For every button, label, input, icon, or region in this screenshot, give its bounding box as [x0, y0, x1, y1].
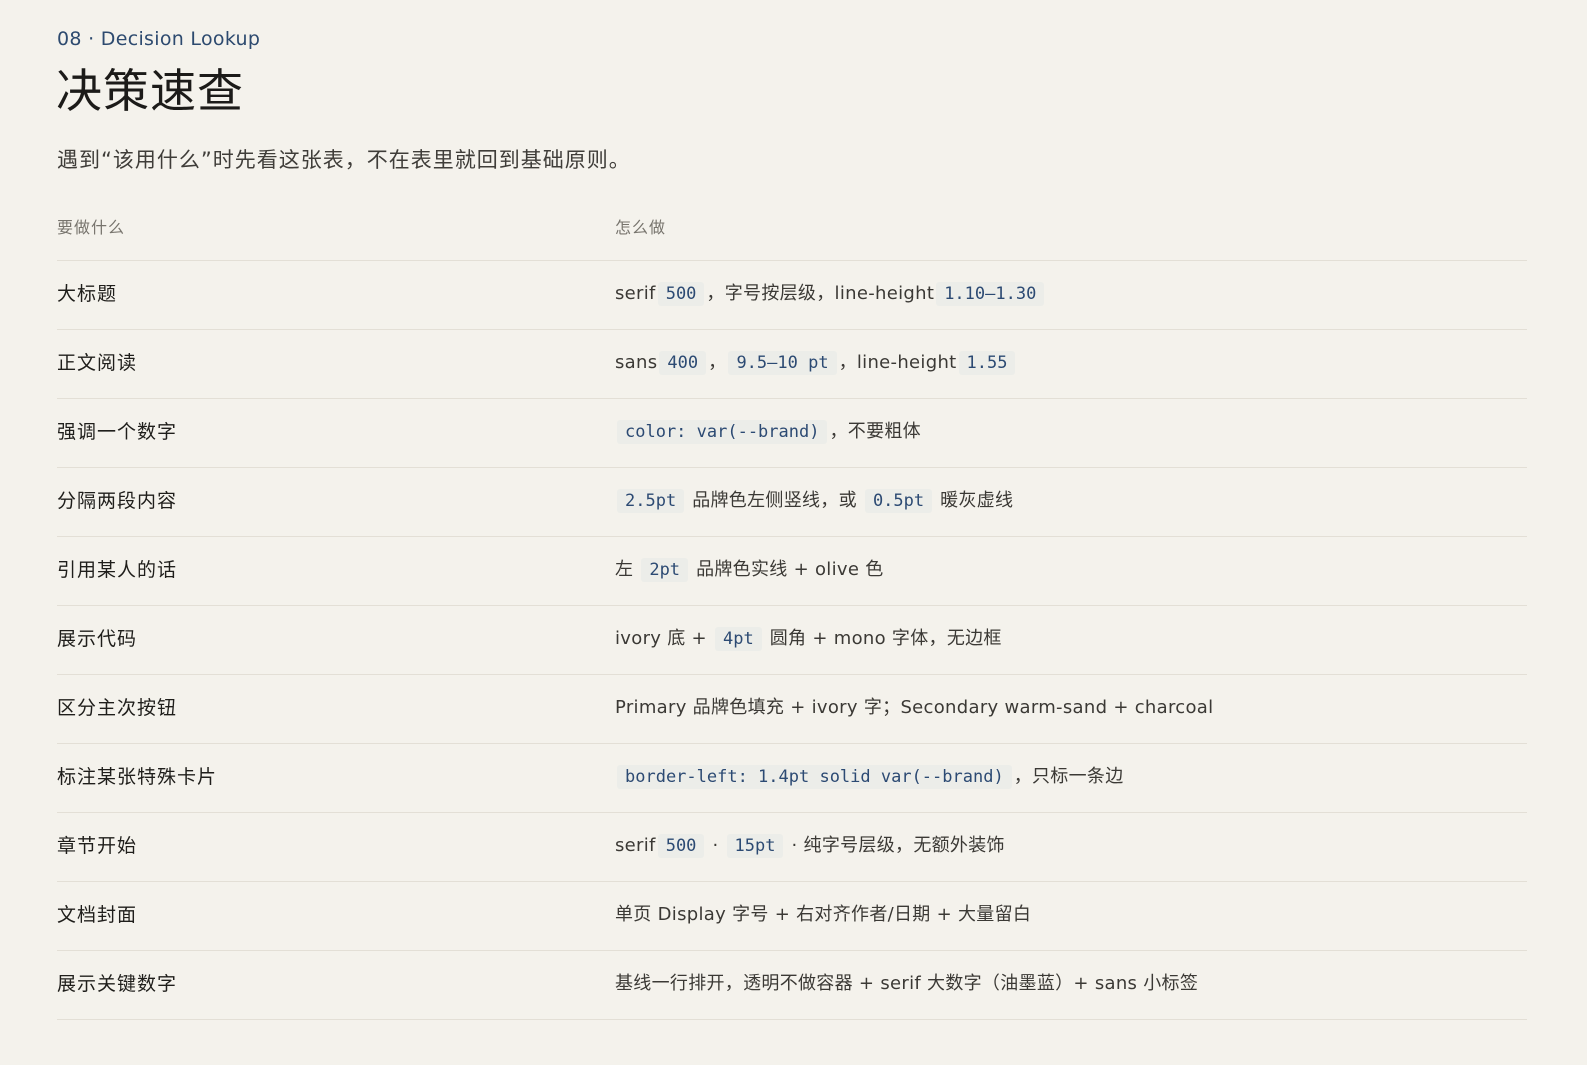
table-header: 要做什么 怎么做: [57, 210, 1527, 261]
cell-what: 区分主次按钮: [57, 697, 178, 719]
text-segment: 暖灰虚线: [934, 490, 1014, 511]
cell-how: Primary 品牌色填充 + ivory 字；Secondary warm-s…: [615, 695, 1213, 721]
text-segment: 左: [615, 559, 640, 580]
decision-lookup-page: 08 · Decision Lookup 决策速查 遇到“该用什么”时先看这张表…: [0, 0, 1587, 1065]
inline-code: 1.10–1.30: [936, 282, 1045, 306]
inline-code: 9.5–10 pt: [728, 351, 837, 375]
cell-what: 强调一个数字: [57, 421, 178, 443]
decision-table: 要做什么 怎么做 大标题 serif 500 ，字号按层级，line-height 1.…: [57, 210, 1527, 1020]
cell-how: serif 500 ，字号按层级，line-height 1.10–1.30: [615, 281, 1046, 307]
cell-what: 文档封面: [57, 904, 138, 926]
cell-how: ivory 底 + 4pt 圆角 + mono 字体，无边框: [615, 626, 1002, 652]
text-segment: 单页 Display 字号 + 右对齐作者/日期 + 大量留白: [615, 904, 1032, 925]
table-row: 展示关键数字 基线一行排开，透明不做容器 + serif 大数字（油墨蓝）+ sa…: [57, 951, 1527, 1020]
cell-what: 大标题: [57, 283, 118, 305]
inline-code: 400: [659, 351, 707, 375]
cell-what: 展示关键数字: [57, 973, 178, 995]
text-segment: serif: [615, 283, 656, 304]
text-segment: serif: [615, 835, 656, 856]
table-row: 章节开始 serif 500 · 15pt · 纯字号层级，无额外装饰: [57, 813, 1527, 882]
cell-how: serif 500 · 15pt · 纯字号层级，无额外装饰: [615, 833, 1005, 859]
table-row: 正文阅读 sans 400， 9.5–10 pt ，line-height 1.55: [57, 330, 1527, 399]
text-segment: ，字号按层级，line-height: [706, 283, 935, 304]
text-segment: · 纯字号层级，无额外装饰: [785, 835, 1005, 856]
column-header-what: 要做什么: [57, 218, 126, 237]
cell-what: 章节开始: [57, 835, 138, 857]
cell-how: 单页 Display 字号 + 右对齐作者/日期 + 大量留白: [615, 902, 1031, 928]
text-segment: ·: [706, 835, 725, 856]
cell-how: 左 2pt 品牌色实线 + olive 色: [615, 557, 884, 583]
cell-how: color: var(--brand) ，不要粗体: [615, 419, 921, 445]
inline-code: 2.5pt: [617, 489, 685, 513]
text-segment: 品牌色实线 + olive 色: [690, 559, 884, 580]
text-segment: ，: [708, 352, 727, 373]
cell-what: 标注某张特殊卡片: [57, 766, 218, 788]
table-row: 强调一个数字 color: var(--brand) ，不要粗体: [57, 399, 1527, 468]
inline-code: 500: [657, 282, 705, 306]
text-segment: 圆角 + mono 字体，无边框: [763, 628, 1002, 649]
cell-what: 展示代码: [57, 628, 138, 650]
section-eyebrow: 08 · Decision Lookup: [57, 28, 261, 50]
cell-how: border-left: 1.4pt solid var(--brand) ，只标…: [615, 764, 1124, 790]
inline-code: 4pt: [714, 627, 762, 651]
page-title: 决策速查: [56, 64, 244, 118]
text-segment: 品牌色左侧竖线，或: [686, 490, 863, 511]
inline-code: 2pt: [641, 558, 689, 582]
table-row: 引用某人的话 左 2pt 品牌色实线 + olive 色: [57, 537, 1527, 606]
inline-code: color: var(--brand): [617, 420, 828, 444]
inline-code: 1.55: [958, 351, 1016, 375]
cell-what: 引用某人的话: [57, 559, 178, 581]
text-segment: Primary 品牌色填充 + ivory 字；Secondary warm-s…: [615, 697, 1214, 718]
table-row: 区分主次按钮 Primary 品牌色填充 + ivory 字；Secondary …: [57, 675, 1527, 744]
cell-what: 分隔两段内容: [57, 490, 178, 512]
inline-code: border-left: 1.4pt solid var(--brand): [617, 765, 1012, 789]
table-row: 大标题 serif 500 ，字号按层级，line-height 1.10–1.30: [57, 261, 1527, 330]
text-segment: ，只标一条边: [1013, 766, 1124, 787]
text-segment: 基线一行排开，透明不做容器 + serif 大数字（油墨蓝）+ sans 小标签: [615, 973, 1199, 994]
inline-code: 500: [657, 834, 705, 858]
table-row: 展示代码 ivory 底 + 4pt 圆角 + mono 字体，无边框: [57, 606, 1527, 675]
text-segment: ，line-height: [838, 352, 957, 373]
table-row: 文档封面 单页 Display 字号 + 右对齐作者/日期 + 大量留白: [57, 882, 1527, 951]
page-subtitle: 遇到“该用什么”时先看这张表，不在表里就回到基础原则。: [57, 148, 631, 172]
cell-how: 基线一行排开，透明不做容器 + serif 大数字（油墨蓝）+ sans 小标签: [615, 971, 1198, 997]
cell-what: 正文阅读: [57, 352, 138, 374]
inline-code: 0.5pt: [864, 489, 933, 513]
table-body: 大标题 serif 500 ，字号按层级，line-height 1.10–1.30 正文…: [57, 261, 1527, 1020]
cell-how: 2.5pt 品牌色左侧竖线，或 0.5pt 暖灰虚线: [615, 488, 1013, 514]
text-segment: sans: [615, 352, 658, 373]
table-row: 标注某张特殊卡片 border-left: 1.4pt solid var(--b…: [57, 744, 1527, 813]
column-header-how: 怎么做: [615, 218, 667, 237]
text-segment: ivory 底 +: [615, 628, 713, 649]
table-row: 分隔两段内容 2.5pt 品牌色左侧竖线，或 0.5pt 暖灰虚线: [57, 468, 1527, 537]
inline-code: 15pt: [726, 834, 784, 858]
cell-how: sans 400， 9.5–10 pt ，line-height 1.55: [615, 350, 1017, 376]
text-segment: ，不要粗体: [829, 421, 921, 442]
